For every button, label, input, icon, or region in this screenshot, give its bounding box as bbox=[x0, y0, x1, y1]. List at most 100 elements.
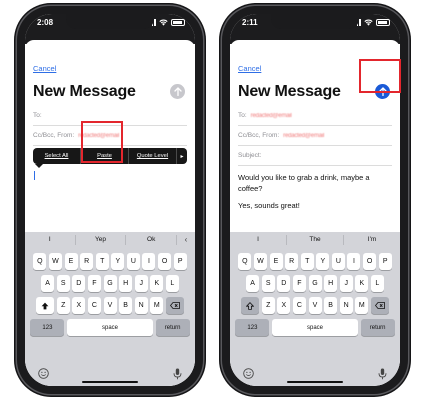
key[interactable]: S bbox=[56, 275, 70, 292]
home-indicator bbox=[82, 380, 138, 383]
key[interactable]: P bbox=[173, 253, 187, 270]
key[interactable]: V bbox=[103, 297, 117, 314]
key[interactable]: S bbox=[261, 275, 275, 292]
key[interactable]: K bbox=[150, 275, 164, 292]
emoji-icon[interactable] bbox=[243, 368, 254, 379]
key[interactable]: E bbox=[64, 253, 78, 270]
key[interactable]: F bbox=[87, 275, 101, 292]
key[interactable]: I bbox=[142, 253, 156, 270]
suggestion[interactable]: Yep bbox=[76, 235, 127, 245]
key[interactable]: G bbox=[103, 275, 117, 292]
suggestion[interactable]: I bbox=[25, 235, 76, 245]
key[interactable]: U bbox=[126, 253, 140, 270]
space-key[interactable]: space bbox=[272, 319, 358, 336]
key-row-1: Q W E R T Y U I O P bbox=[230, 253, 400, 270]
key[interactable]: H bbox=[119, 275, 133, 292]
key[interactable]: Z bbox=[261, 297, 275, 314]
key[interactable]: R bbox=[285, 253, 299, 270]
key[interactable]: T bbox=[95, 253, 109, 270]
suggestion[interactable]: I bbox=[230, 235, 287, 245]
key[interactable]: X bbox=[72, 297, 86, 314]
wifi-icon bbox=[159, 19, 168, 26]
key[interactable]: J bbox=[134, 275, 148, 292]
key-row-2: A S D F G H J K L bbox=[230, 275, 400, 292]
key[interactable]: M bbox=[355, 297, 369, 314]
return-key[interactable]: return bbox=[155, 319, 190, 336]
mic-icon[interactable] bbox=[378, 368, 387, 380]
key[interactable]: Y bbox=[316, 253, 330, 270]
message-body-line[interactable]: Would you like to grab a drink, maybe a … bbox=[238, 172, 390, 194]
to-field[interactable]: To: redacted@email bbox=[238, 106, 392, 126]
cc-from-label: Cc/Bcc, From: bbox=[33, 132, 75, 139]
key[interactable]: Y bbox=[111, 253, 125, 270]
key[interactable]: H bbox=[324, 275, 338, 292]
numbers-key[interactable]: 123 bbox=[235, 319, 270, 336]
key[interactable]: L bbox=[370, 275, 384, 292]
key[interactable]: P bbox=[378, 253, 392, 270]
cc-from-field[interactable]: Cc/Bcc, From: redacted@email bbox=[238, 126, 392, 146]
return-key[interactable]: return bbox=[360, 319, 395, 336]
key[interactable]: C bbox=[292, 297, 306, 314]
key[interactable]: D bbox=[72, 275, 86, 292]
wifi-icon bbox=[364, 19, 373, 26]
mic-icon[interactable] bbox=[173, 368, 182, 380]
suggestion[interactable]: Ok bbox=[126, 235, 178, 245]
key[interactable]: X bbox=[277, 297, 291, 314]
key[interactable]: M bbox=[150, 297, 164, 314]
message-body-line[interactable]: Yes, sounds great! bbox=[238, 200, 390, 211]
keyboard: I Yep Ok ‹ Q W E R T Y U I O P A S D F G… bbox=[25, 232, 195, 386]
key[interactable]: Q bbox=[238, 253, 252, 270]
status-time: 2:11 bbox=[242, 18, 258, 27]
key[interactable]: K bbox=[355, 275, 369, 292]
key[interactable]: L bbox=[165, 275, 179, 292]
key[interactable]: T bbox=[300, 253, 314, 270]
key[interactable]: W bbox=[253, 253, 267, 270]
suggestion[interactable]: The bbox=[287, 235, 344, 245]
key[interactable]: E bbox=[269, 253, 283, 270]
key[interactable]: I bbox=[347, 253, 361, 270]
key[interactable]: F bbox=[292, 275, 306, 292]
send-highlight-box bbox=[359, 59, 401, 93]
cc-from-label: Cc/Bcc, From: bbox=[238, 132, 280, 139]
select-all-button[interactable]: Select All bbox=[33, 148, 81, 164]
key[interactable]: R bbox=[80, 253, 94, 270]
subject-field[interactable]: Subject: bbox=[238, 146, 392, 166]
key[interactable]: B bbox=[324, 297, 338, 314]
key[interactable]: W bbox=[48, 253, 62, 270]
key[interactable]: O bbox=[363, 253, 377, 270]
key[interactable]: G bbox=[308, 275, 322, 292]
menu-more-icon[interactable]: ▸ bbox=[177, 153, 187, 160]
key[interactable]: N bbox=[339, 297, 353, 314]
key[interactable]: Q bbox=[33, 253, 47, 270]
key[interactable]: J bbox=[339, 275, 353, 292]
key[interactable]: A bbox=[246, 275, 260, 292]
suggestion[interactable]: I'm bbox=[344, 235, 400, 245]
delete-icon[interactable] bbox=[370, 297, 389, 314]
key[interactable]: O bbox=[158, 253, 172, 270]
chevron-left-icon[interactable]: ‹ bbox=[177, 235, 195, 245]
quote-level-button[interactable]: Quote Level bbox=[129, 148, 177, 164]
emoji-icon[interactable] bbox=[38, 368, 49, 379]
cancel-button[interactable]: Cancel bbox=[33, 64, 56, 73]
send-arrow-icon bbox=[173, 87, 182, 96]
key[interactable]: U bbox=[331, 253, 345, 270]
numbers-key[interactable]: 123 bbox=[30, 319, 65, 336]
key[interactable]: D bbox=[277, 275, 291, 292]
cancel-button[interactable]: Cancel bbox=[238, 64, 261, 73]
key[interactable]: C bbox=[87, 297, 101, 314]
page-title: New Message bbox=[238, 83, 341, 100]
home-indicator bbox=[287, 380, 343, 383]
space-key[interactable]: space bbox=[67, 319, 153, 336]
key[interactable]: B bbox=[119, 297, 133, 314]
key[interactable]: N bbox=[134, 297, 148, 314]
send-button[interactable] bbox=[170, 84, 185, 99]
key[interactable]: Z bbox=[56, 297, 70, 314]
delete-icon[interactable] bbox=[165, 297, 184, 314]
key-row-2: A S D F G H J K L bbox=[25, 275, 195, 292]
key[interactable]: A bbox=[41, 275, 55, 292]
key-row-4: 123 space return bbox=[25, 319, 195, 336]
shift-icon[interactable] bbox=[36, 297, 55, 314]
key[interactable]: V bbox=[308, 297, 322, 314]
shift-icon[interactable] bbox=[241, 297, 260, 314]
key-row-1: Q W E R T Y U I O P bbox=[25, 253, 195, 270]
